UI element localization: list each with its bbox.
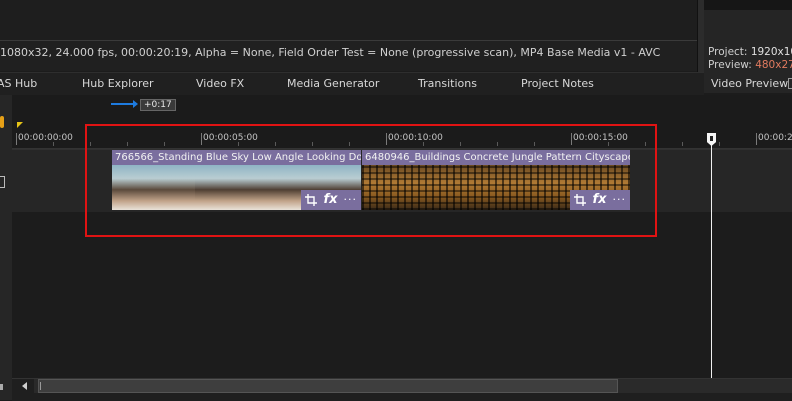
track-toggle-icon[interactable] [0,176,5,188]
ruler-minor-tick [682,142,683,146]
trim-arrow-icon [133,100,138,108]
scrollbar-thumb[interactable] [38,379,618,393]
preview-window [704,0,792,10]
selection-highlight-box [85,124,657,237]
tab-video-preview[interactable]: Video Preview [711,77,788,90]
tab-project-notes[interactable]: Project Notes [521,77,594,90]
project-info: Project: 1920x10 [708,46,792,58]
video-preview-checkbox-icon[interactable] [788,78,792,89]
tab-video-fx[interactable]: Video FX [196,77,244,90]
scrollbar-grip [40,382,41,390]
track-header-gutter[interactable] [0,95,12,400]
ruler-minor-tick [719,142,720,146]
tab-hub-explorer[interactable]: Hub Explorer [82,77,154,90]
tab-transitions[interactable]: Transitions [418,77,477,90]
loop-region-marker-icon[interactable] [17,122,23,128]
preview-value: 480x270 [755,59,792,71]
ruler-major-tick [756,133,757,145]
ruler-major-tick [16,133,17,145]
project-value: 1920x10 [750,46,792,58]
playhead-line[interactable] [711,140,712,378]
media-info-bar: 1080x32, 24.000 fps, 00:00:20:19, Alpha … [0,41,697,71]
preview-info: Preview: 480x270 [708,59,792,71]
ruler-minor-tick [53,142,54,146]
tab-hub[interactable]: AS Hub [0,77,37,90]
media-area [0,0,697,41]
tab-media-generator[interactable]: Media Generator [287,77,379,90]
trim-indicator [111,103,135,105]
playhead-grip [710,136,713,141]
scroll-marker-icon [0,384,3,390]
gutter-handle-icon[interactable] [0,116,4,128]
preview-label: Preview: [708,59,752,71]
ruler-label: 00:00:20 [758,133,792,143]
project-label: Project: [708,46,748,58]
scroll-left-icon[interactable] [22,382,27,390]
media-info-text: 1080x32, 24.000 fps, 00:00:20:19, Alpha … [0,46,661,59]
trim-offset-badge: +0:17 [140,99,176,111]
window-docking-tabs: AS Hub Hub Explorer Video FX Media Gener… [0,72,704,95]
ruler-label: 00:00:00:00 [18,133,73,143]
